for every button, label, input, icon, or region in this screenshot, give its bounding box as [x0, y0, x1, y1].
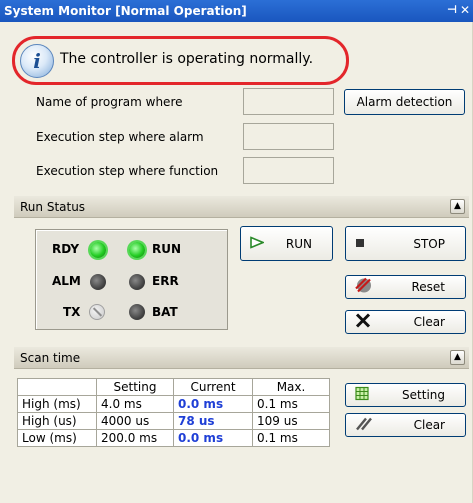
scan-time-table: Setting Current Max. High (ms) 4.0 ms 0.…	[17, 378, 330, 447]
led-label-bat: BAT	[152, 305, 178, 319]
eraser-icon	[355, 416, 373, 435]
current-cell: 0.0 ms	[173, 429, 253, 447]
current-cell: 0.0 ms	[173, 395, 253, 413]
reset-button[interactable]: Reset	[345, 275, 466, 299]
x-icon	[355, 313, 371, 332]
led-panel: RDY RUN ALM ERR TX BAT	[35, 229, 228, 330]
bat-led-icon	[129, 304, 145, 320]
table-row: High (ms) 4.0 ms 0.0 ms 0.1 ms	[17, 395, 330, 413]
table-row: Low (ms) 200.0 ms 0.0 ms 0.1 ms	[17, 429, 330, 447]
scan-clear-button-label: Clear	[413, 418, 445, 432]
system-monitor-panel: System Monitor [Normal Operation] ⊣ ✕ i …	[0, 0, 473, 503]
row-label: Low (ms)	[17, 429, 97, 447]
window-title: System Monitor [Normal Operation]	[4, 4, 247, 18]
reset-button-label: Reset	[411, 280, 445, 294]
title-bar: System Monitor [Normal Operation] ⊣ ✕	[0, 0, 473, 22]
alarm-detection-button[interactable]: Alarm detection	[344, 89, 465, 115]
scan-setting-button[interactable]: Setting	[345, 383, 466, 407]
run-button[interactable]: RUN	[240, 226, 333, 261]
err-led-icon	[129, 274, 145, 290]
info-icon: i	[20, 44, 54, 78]
stop-button[interactable]: STOP	[345, 226, 466, 261]
alarm-detection-label: Alarm detection	[356, 95, 453, 109]
led-label-err: ERR	[152, 274, 179, 288]
run-status-title: Run Status	[20, 200, 86, 214]
alarm-step-label: Execution step where alarm	[36, 130, 204, 144]
scan-setting-button-label: Setting	[402, 388, 445, 402]
run-status-header: Run Status ▲	[14, 196, 469, 218]
tx-led-icon	[89, 304, 105, 320]
led-label-rdy: RDY	[52, 242, 80, 256]
led-label-alm: ALM	[52, 274, 81, 288]
column-header	[17, 378, 97, 396]
run-button-label: RUN	[285, 236, 312, 251]
max-cell: 109 us	[252, 412, 330, 430]
stop-button-label: STOP	[413, 236, 445, 251]
program-name-label: Name of program where	[36, 95, 183, 109]
function-step-label: Execution step where function	[36, 164, 219, 178]
column-header: Setting	[96, 378, 174, 396]
scan-time-title: Scan time	[20, 351, 81, 365]
pin-icon[interactable]: ⊣	[447, 3, 457, 16]
program-name-field	[243, 88, 334, 115]
column-header: Current	[173, 378, 253, 396]
table-header-row: Setting Current Max.	[17, 378, 330, 396]
status-message: The controller is operating normally.	[60, 51, 314, 67]
alarm-step-field	[243, 123, 334, 150]
stop-icon	[355, 237, 365, 251]
table-row: High (us) 4000 us 78 us 109 us	[17, 412, 330, 430]
collapse-scan-time-icon[interactable]: ▲	[450, 350, 465, 365]
setting-cell: 200.0 ms	[96, 429, 174, 447]
row-label: High (ms)	[17, 395, 97, 413]
setting-cell: 4.0 ms	[96, 395, 174, 413]
settings-grid-icon	[355, 386, 369, 404]
collapse-run-status-icon[interactable]: ▲	[450, 199, 465, 214]
clear-status-button-label: Clear	[413, 315, 445, 329]
led-label-tx: TX	[63, 305, 81, 319]
run-led-icon	[129, 242, 145, 258]
scan-time-header: Scan time ▲	[14, 347, 469, 369]
reset-icon	[355, 277, 373, 297]
current-cell: 78 us	[173, 412, 253, 430]
alm-led-icon	[90, 274, 106, 290]
rdy-led-icon	[90, 242, 106, 258]
row-label: High (us)	[17, 412, 97, 430]
clear-status-button[interactable]: Clear	[345, 310, 466, 334]
column-header: Max.	[252, 378, 330, 396]
max-cell: 0.1 ms	[252, 429, 330, 447]
function-step-field	[243, 157, 334, 184]
scan-clear-button[interactable]: Clear	[345, 413, 466, 437]
led-label-run: RUN	[152, 242, 182, 256]
max-cell: 0.1 ms	[252, 395, 330, 413]
play-icon	[250, 235, 266, 251]
close-icon[interactable]: ✕	[460, 3, 470, 17]
setting-cell: 4000 us	[96, 412, 174, 430]
